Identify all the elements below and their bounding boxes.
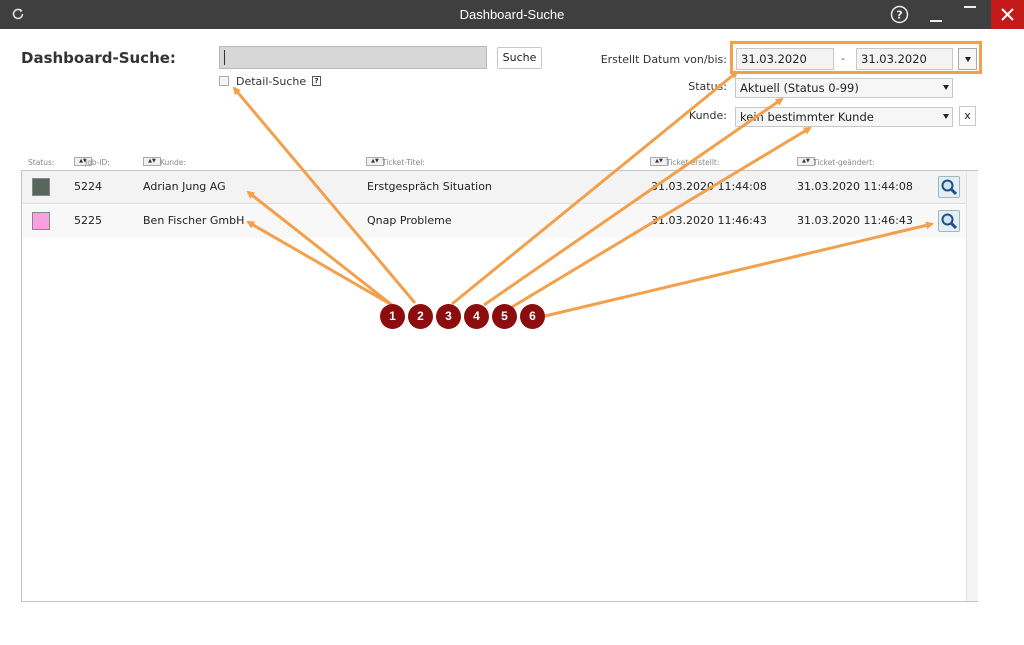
annotation-arrow — [483, 97, 784, 307]
annotation-arrow — [246, 220, 393, 307]
annotation-badge: 4 — [464, 304, 489, 329]
annotation-badge: 6 — [520, 304, 545, 329]
annotation-badge: 3 — [436, 304, 461, 329]
annotation-arrow — [451, 70, 739, 306]
annotation-arrow — [544, 221, 934, 318]
annotation-arrow — [232, 86, 417, 304]
annotation-badge: 5 — [492, 304, 517, 329]
annotation-badge: 1 — [380, 304, 405, 329]
annotation-badge: 2 — [408, 304, 433, 329]
